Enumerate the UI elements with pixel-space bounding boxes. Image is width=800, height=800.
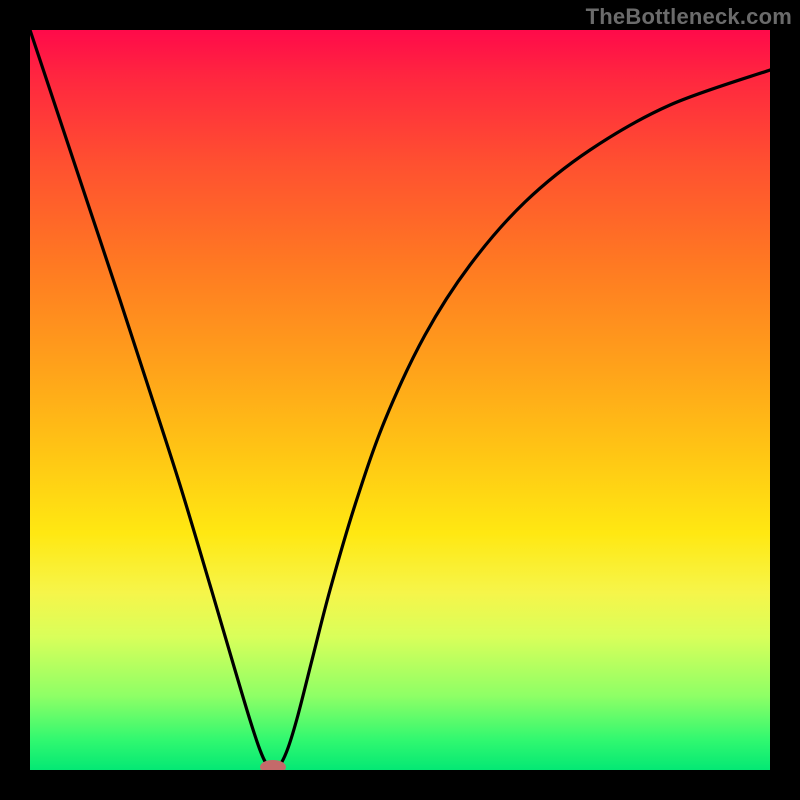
chart-frame: TheBottleneck.com <box>0 0 800 800</box>
curve-svg <box>30 30 770 770</box>
plot-area <box>30 30 770 770</box>
bottleneck-curve <box>30 30 770 770</box>
watermark-label: TheBottleneck.com <box>586 4 792 30</box>
